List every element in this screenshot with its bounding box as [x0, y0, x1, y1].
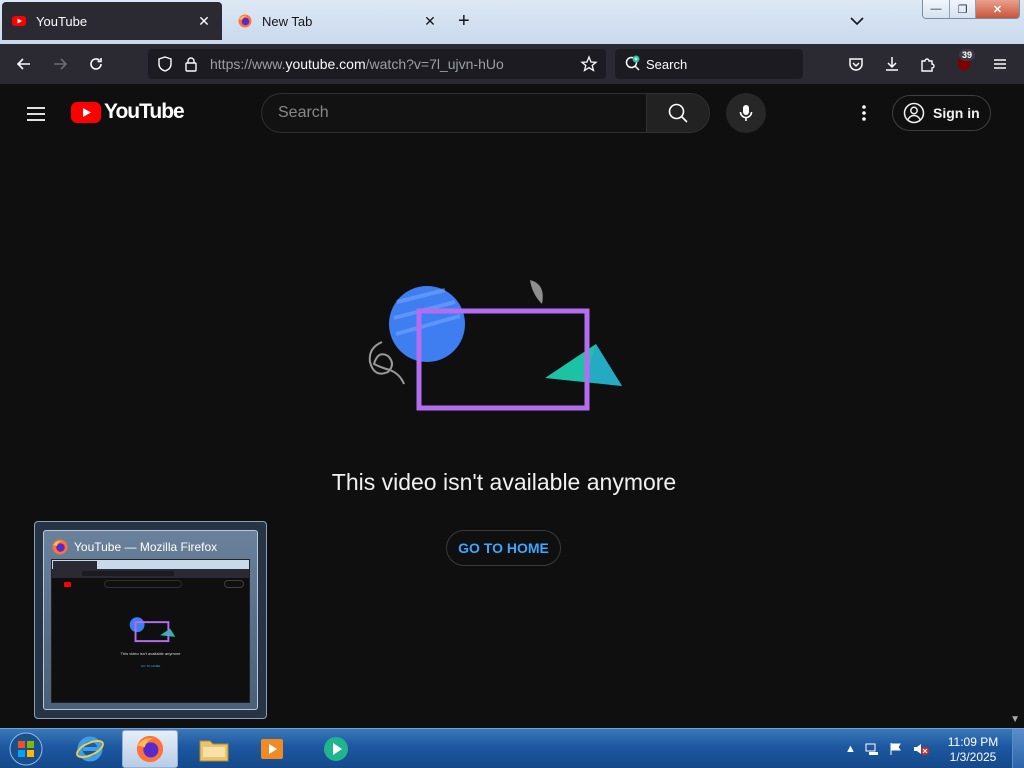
pocket-icon: [849, 58, 863, 71]
app-menu-button[interactable]: [988, 52, 1012, 76]
youtube-favicon-icon: [12, 16, 26, 26]
tab-title: New Tab: [262, 13, 313, 29]
tracking-shield-icon[interactable]: [156, 55, 174, 73]
taskbar-other-app[interactable]: [308, 730, 364, 768]
url-bar[interactable]: https://www.youtube.com/watch?v=7l_ujvn-…: [148, 49, 606, 79]
extension-badge-count: 39: [959, 49, 976, 61]
back-button[interactable]: [12, 52, 36, 76]
tab-new-tab[interactable]: New Tab ✕: [228, 2, 448, 40]
account-circle-icon: [903, 102, 925, 124]
puzzle-piece-icon: [921, 58, 935, 72]
sign-in-label: Sign in: [933, 105, 980, 121]
url-path: /watch?v=7l_ujvn-hUo: [365, 56, 504, 72]
lock-icon[interactable]: [182, 55, 200, 73]
close-window-button[interactable]: ✕: [975, 0, 1019, 18]
list-all-tabs-icon[interactable]: [848, 12, 866, 30]
system-tray: ▲: [845, 729, 930, 768]
sign-in-button[interactable]: Sign in: [892, 95, 991, 131]
search-placeholder: Search: [646, 57, 688, 72]
taskbar-firefox[interactable]: [122, 730, 178, 768]
hamburger-menu-icon: [994, 59, 1006, 69]
start-button[interactable]: [6, 730, 46, 768]
search-engine-icon: [625, 55, 640, 71]
back-arrow-icon: [16, 58, 30, 70]
preview-frame: YouTube — Mozilla Firefox This video isn…: [43, 530, 258, 710]
action-center-flag-icon[interactable]: [888, 741, 904, 757]
browser-tab-strip: YouTube ✕ New Tab ✕ + — ❐ ✕: [0, 0, 1024, 44]
forward-button[interactable]: [48, 52, 72, 76]
minimize-button[interactable]: —: [923, 0, 949, 18]
media-player-icon: [261, 739, 283, 759]
youtube-header: YouTube Search Sign in: [0, 84, 1010, 142]
grey-leaf-shape: [530, 280, 543, 304]
maximize-button[interactable]: ❐: [949, 0, 975, 18]
taskbar-media-player[interactable]: [244, 730, 300, 768]
three-dots-vertical-icon: [862, 105, 866, 121]
show-hidden-icons-icon[interactable]: ▲: [845, 743, 856, 755]
youtube-search-input[interactable]: Search: [261, 93, 647, 133]
volume-muted-icon[interactable]: [912, 741, 930, 757]
system-clock[interactable]: 11:09 PM 1/3/2025: [940, 735, 1006, 765]
preview-illustration: [129, 617, 176, 643]
url-host: youtube.com: [285, 56, 366, 72]
search-placeholder: Search: [278, 104, 329, 121]
internet-explorer-icon: [76, 736, 104, 762]
preview-error-message: This video isn't available anymore: [120, 651, 181, 656]
window-controls: — ❐ ✕: [922, 0, 1020, 19]
tab-youtube[interactable]: YouTube ✕: [2, 2, 222, 40]
firefox-icon: [52, 539, 68, 555]
extensions-button[interactable]: [916, 52, 940, 76]
preview-title: YouTube — Mozilla Firefox: [74, 540, 218, 554]
tab-close-icon[interactable]: ✕: [422, 13, 438, 30]
tab-title: YouTube: [36, 13, 88, 29]
scroll-down-arrow-icon[interactable]: ▼: [1010, 714, 1020, 725]
pocket-button[interactable]: [844, 52, 868, 76]
video-unavailable-illustration: [368, 280, 622, 411]
network-icon[interactable]: [864, 741, 880, 757]
download-icon: [886, 57, 898, 71]
browser-navigation-bar: https://www.youtube.com/watch?v=7l_ujvn-…: [0, 44, 1024, 84]
forward-arrow-icon: [54, 58, 68, 70]
clock-date: 1/3/2025: [949, 750, 997, 764]
microphone-icon: [739, 105, 753, 121]
firefox-favicon-icon: [238, 14, 252, 28]
reload-button[interactable]: [84, 52, 108, 76]
error-message: This video isn't available anymore: [331, 469, 677, 495]
firefox-icon: [136, 735, 164, 763]
taskbar-window-preview[interactable]: YouTube — Mozilla Firefox This video isn…: [34, 521, 267, 719]
new-tab-button[interactable]: +: [458, 10, 470, 32]
youtube-search-button[interactable]: [646, 93, 710, 133]
bookmark-star-icon[interactable]: [580, 55, 598, 73]
preview-go-home-link: GO TO HOME: [140, 664, 161, 668]
youtube-logo[interactable]: YouTube: [71, 100, 185, 124]
youtube-logo-text: YouTube: [104, 100, 185, 123]
voice-search-button[interactable]: [726, 93, 766, 133]
youtube-play-logo-icon: [71, 101, 101, 123]
url-prefix: https://www.: [210, 56, 286, 72]
guide-menu-icon[interactable]: [24, 102, 48, 126]
chat-app-icon: [324, 737, 348, 761]
search-icon: [668, 103, 688, 123]
downloads-button[interactable]: [880, 52, 904, 76]
tab-close-icon[interactable]: ✕: [196, 13, 212, 30]
windows-start-orb-icon: [9, 732, 43, 766]
folder-icon: [199, 740, 229, 762]
windows-taskbar: ▲ 11:09 PM 1/3/2025: [0, 728, 1024, 768]
taskbar-file-explorer[interactable]: [186, 730, 242, 768]
url-text[interactable]: https://www.youtube.com/watch?v=7l_ujvn-…: [210, 56, 504, 72]
show-desktop-button[interactable]: [1012, 729, 1024, 768]
settings-more-button[interactable]: [852, 101, 876, 125]
go-to-home-button[interactable]: GO TO HOME: [446, 530, 561, 566]
clock-time: 11:09 PM: [947, 735, 999, 749]
taskbar-internet-explorer[interactable]: [62, 730, 118, 768]
browser-search-bar[interactable]: Search: [615, 49, 803, 79]
preview-thumbnail: This video isn't available anymore GO TO…: [51, 559, 250, 703]
reload-icon: [90, 58, 102, 70]
